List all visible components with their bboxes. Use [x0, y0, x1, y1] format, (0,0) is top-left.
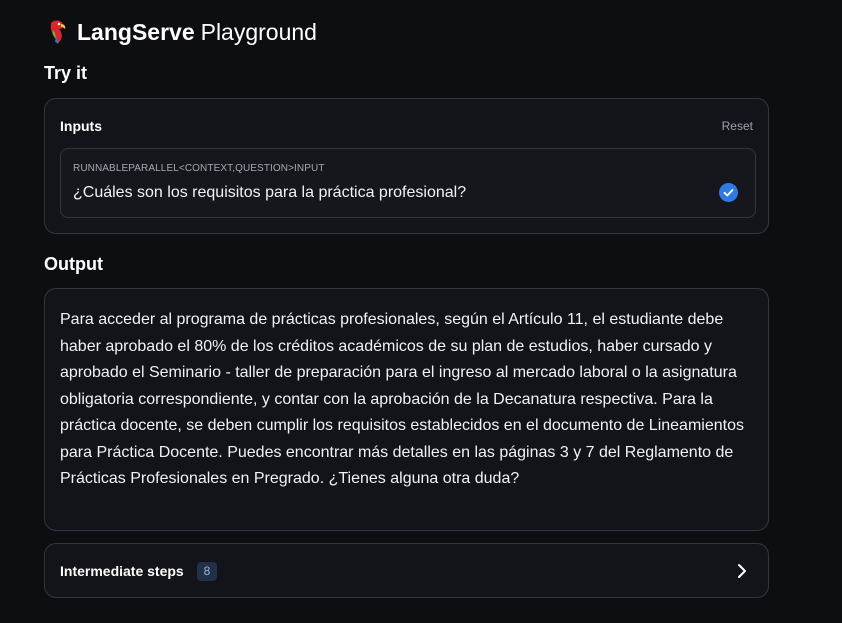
inputs-label: Inputs — [60, 118, 102, 134]
intermediate-steps-count-badge: 8 — [197, 562, 217, 581]
output-heading: Output — [44, 254, 103, 274]
chevron-right-icon[interactable] — [736, 562, 748, 580]
check-circle-icon — [719, 183, 738, 202]
app-title-brand: LangServe — [77, 18, 195, 45]
intermediate-steps-toggle[interactable]: Intermediate steps 8 — [44, 543, 769, 598]
playground-page: LangServe Playground Try it Inputs Reset… — [0, 0, 842, 623]
output-text: Para acceder al programa de prácticas pr… — [60, 311, 744, 487]
app-title-suffix: Playground — [200, 18, 317, 45]
input-type-label: RUNNABLEPARALLEL<CONTEXT,QUESTION>INPUT — [73, 163, 325, 174]
try-it-heading: Try it — [44, 63, 88, 83]
parrot-icon — [50, 20, 66, 44]
intermediate-steps-label: Intermediate steps — [60, 563, 184, 579]
output-card: Para acceder al programa de prácticas pr… — [44, 288, 769, 531]
question-input-value[interactable]: ¿Cuáles son los requisitos para la práct… — [73, 184, 466, 202]
reset-button[interactable]: Reset — [722, 119, 753, 133]
question-input[interactable]: RUNNABLEPARALLEL<CONTEXT,QUESTION>INPUT … — [60, 148, 756, 218]
app-header: LangServe Playground — [46, 17, 317, 47]
inputs-card: Inputs Reset RUNNABLEPARALLEL<CONTEXT,QU… — [44, 98, 769, 234]
